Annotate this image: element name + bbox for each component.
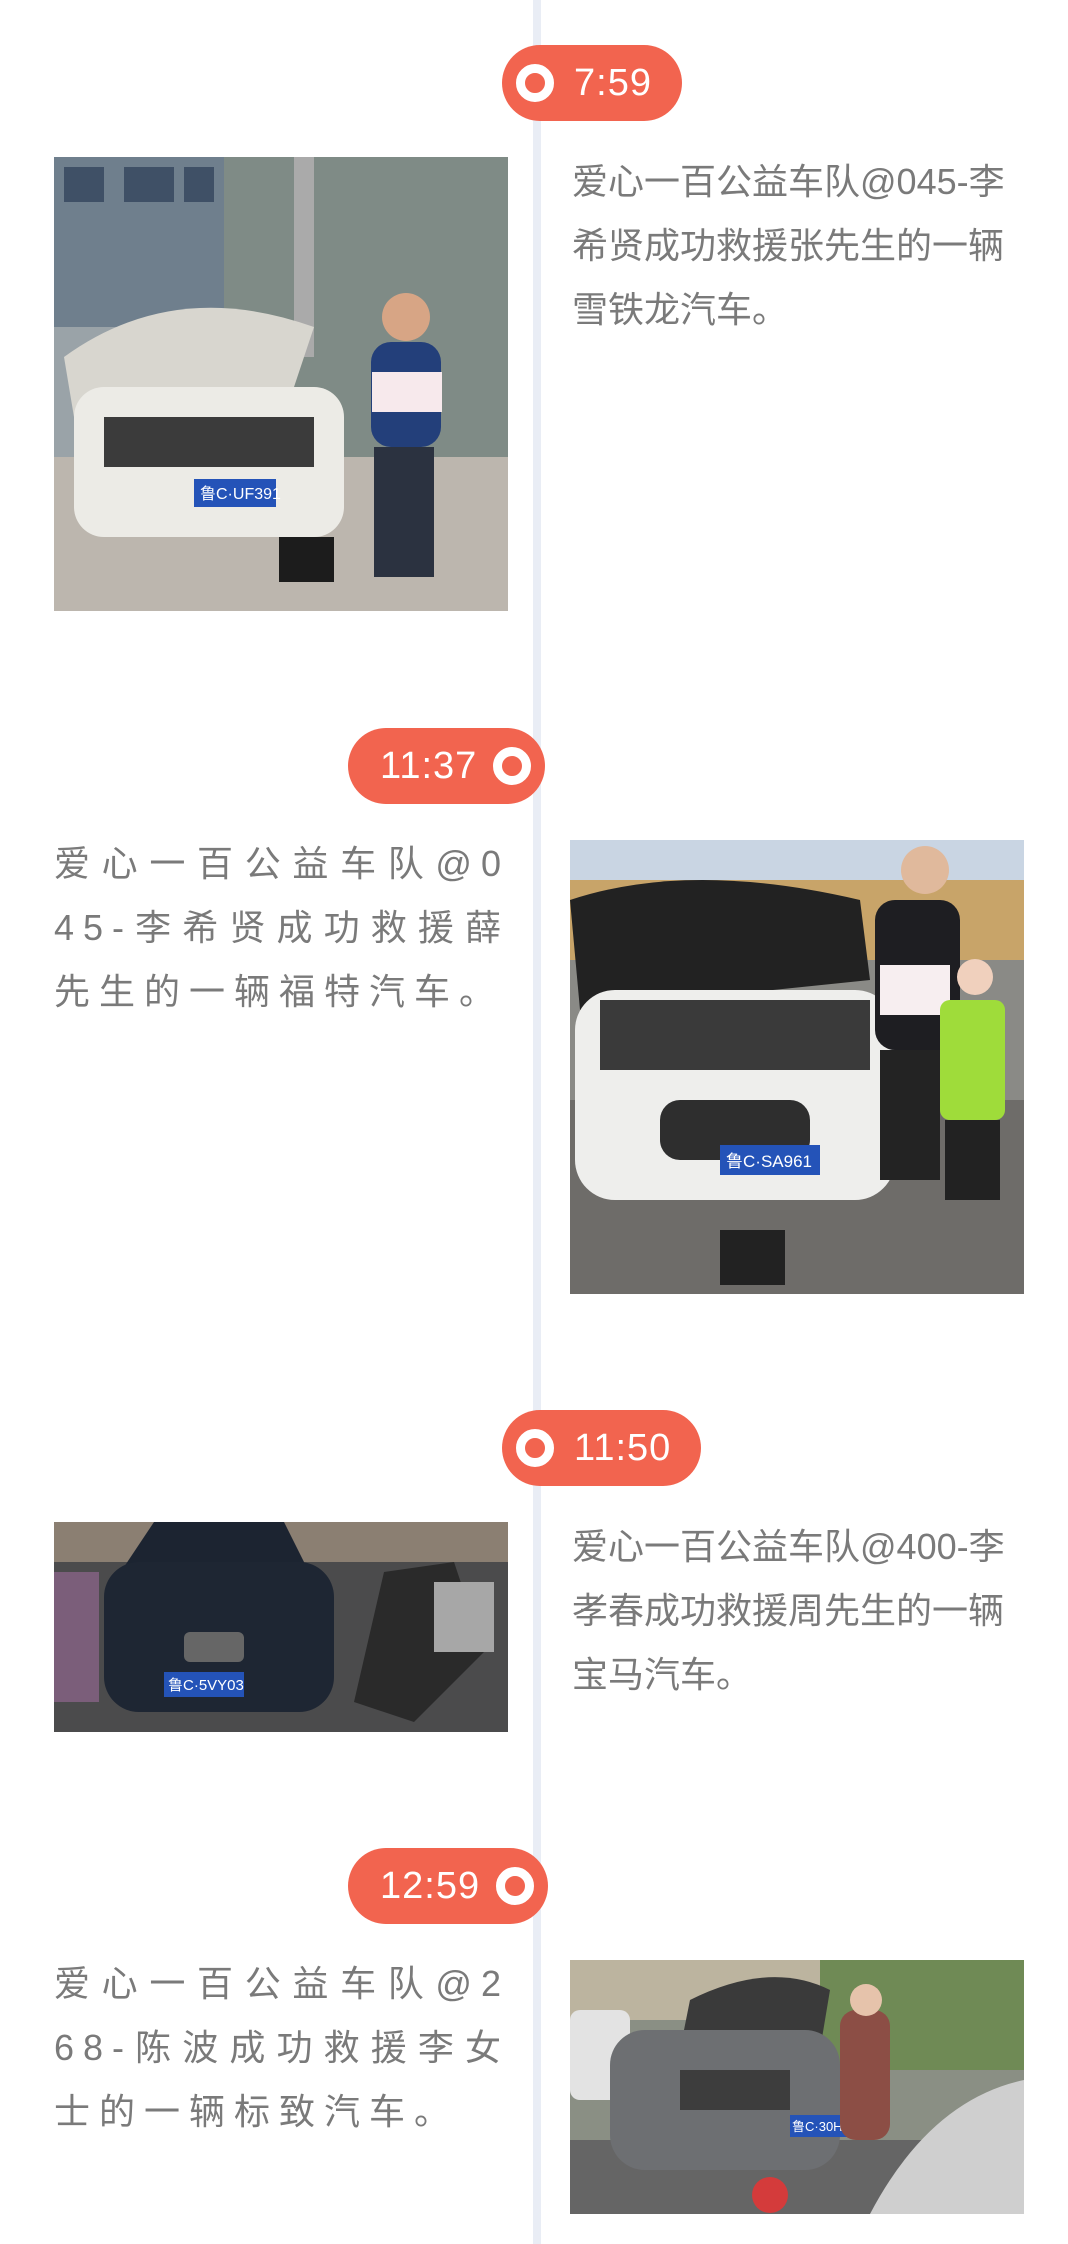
rescue-caption: 爱心一百公益车队@268-陈波成功救援李女士的一辆标致汽车。 <box>54 1963 510 2132</box>
time-label: 12:59 <box>380 1865 481 1907</box>
timeline-dot-icon <box>496 1867 535 1905</box>
plate-text: 鲁C·SA961 <box>726 1152 812 1171</box>
time-badge: 12:59 <box>348 1848 549 1924</box>
rescue-photo-ford[interactable]: 鲁C·SA961 <box>570 840 1024 1294</box>
rescue-caption: 爱心一百公益车队@045-李希贤成功救援薛先生的一辆福特汽车。 <box>54 843 510 1012</box>
timeline-dot-icon <box>493 747 532 785</box>
rescue-photo-peugeot[interactable]: 鲁C·30H75 <box>570 1960 1024 2214</box>
time-badge: 11:50 <box>502 1410 702 1486</box>
time-label: 7:59 <box>574 62 652 104</box>
timeline-dot-icon <box>516 1429 554 1467</box>
time-badge: 11:37 <box>348 728 546 804</box>
rescue-photo-bmw[interactable]: 鲁C·5VY03 <box>54 1522 508 1732</box>
plate-text: 鲁C·5VY03 <box>168 1677 244 1694</box>
timeline-dot-icon <box>516 64 554 102</box>
rescue-photo-citroen[interactable]: 鲁C·UF391 <box>54 157 508 611</box>
time-label: 11:37 <box>380 745 478 787</box>
rescue-caption: 爱心一百公益车队@400-李孝春成功救援周先生的一辆宝马汽车。 <box>572 1526 1005 1695</box>
time-badge: 7:59 <box>502 45 682 121</box>
time-label: 11:50 <box>574 1427 672 1469</box>
rescue-caption: 爱心一百公益车队@045-李希贤成功救援张先生的一辆雪铁龙汽车。 <box>572 161 1005 330</box>
plate-text: 鲁C·UF391 <box>200 485 281 503</box>
